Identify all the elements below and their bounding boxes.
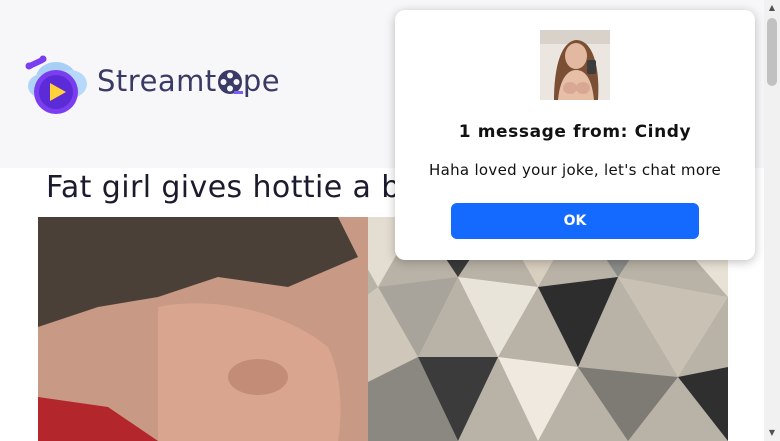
sender-avatar — [540, 30, 610, 100]
logo-text-start: Streamt — [97, 64, 217, 98]
film-reel-icon — [217, 70, 243, 94]
popup-title: 1 message from: Cindy — [458, 122, 692, 142]
scroll-down-arrow-icon[interactable]: ▼ — [764, 425, 780, 441]
scroll-up-arrow-icon[interactable]: ▲ — [764, 0, 780, 16]
message-popup: 1 message from: Cindy Haha loved your jo… — [395, 10, 755, 260]
avatar-photo — [540, 30, 610, 100]
scroll-thumb[interactable] — [767, 18, 777, 86]
logo-text-end: pe — [242, 64, 281, 98]
logo-text[interactable]: Streamt pe — [97, 64, 280, 98]
ok-button[interactable]: OK — [451, 203, 699, 239]
page-scrollbar[interactable]: ▲ ▼ — [764, 0, 780, 441]
popup-message: Haha loved your joke, let's chat more — [429, 161, 721, 179]
